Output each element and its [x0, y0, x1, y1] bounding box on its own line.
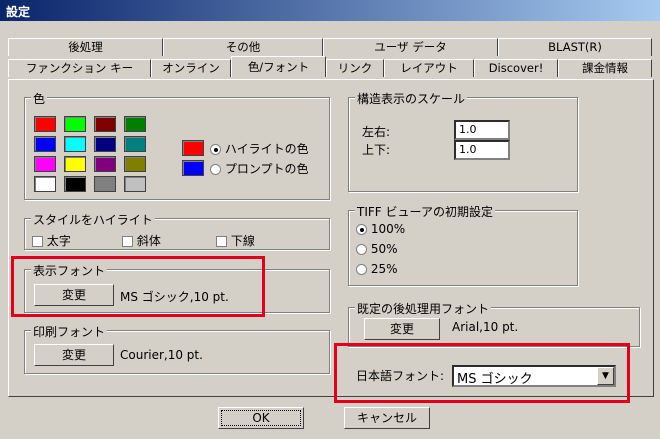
tab-color-font[interactable]: 色/フォント	[231, 56, 326, 77]
ud-label: 上下:	[362, 143, 391, 157]
tab-post-processing[interactable]: 後処理	[8, 38, 163, 56]
underline-checkbox[interactable]	[216, 236, 227, 247]
tiff-group-title: TIFF ビューアの初期設定	[355, 203, 496, 220]
tiff-option-50[interactable]: 50%	[356, 242, 398, 256]
highlight-box-display-font	[11, 256, 265, 317]
tab-link[interactable]: リンク	[326, 59, 384, 77]
tab-function-keys[interactable]: ファンクション キー	[8, 59, 151, 77]
tab-blast[interactable]: BLAST(R)	[498, 38, 652, 56]
underline-option[interactable]: 下線	[216, 232, 255, 249]
tiff-25-label: 25%	[370, 262, 398, 276]
color-swatch[interactable]	[94, 116, 116, 132]
color-swatch[interactable]	[64, 176, 86, 192]
tab-other[interactable]: その他	[163, 38, 323, 56]
cancel-button[interactable]: キャンセル	[344, 407, 430, 429]
italic-checkbox[interactable]	[122, 236, 133, 247]
tiff-100-radio[interactable]	[356, 224, 367, 235]
prompt-label: プロンプトの色	[224, 162, 309, 176]
highlight-label: ハイライトの色	[224, 142, 309, 156]
highlight-color-swatch[interactable]	[182, 140, 204, 156]
italic-option[interactable]: 斜体	[122, 232, 161, 249]
color-swatch[interactable]	[34, 116, 56, 132]
tiff-50-radio[interactable]	[356, 244, 367, 255]
tab-discover[interactable]: Discover!	[474, 59, 558, 77]
post-font-change-button[interactable]: 変更	[364, 318, 440, 340]
color-group-title: 色	[31, 90, 48, 107]
color-swatch[interactable]	[34, 136, 56, 152]
lr-label: 左右:	[362, 125, 391, 139]
prompt-option[interactable]: プロンプトの色	[210, 160, 308, 177]
tab-user-data[interactable]: ユーザ データ	[323, 38, 498, 56]
lr-scale-input[interactable]: 1.0	[454, 120, 510, 140]
ud-scale-input[interactable]: 1.0	[454, 140, 510, 160]
tiff-100-label: 100%	[370, 222, 406, 236]
color-swatch[interactable]	[34, 156, 56, 172]
tiff-option-100[interactable]: 100%	[356, 222, 405, 236]
color-swatch[interactable]	[34, 176, 56, 192]
color-swatch[interactable]	[94, 156, 116, 172]
bold-checkbox[interactable]	[32, 236, 43, 247]
print-font-change-button[interactable]: 変更	[34, 344, 114, 366]
window-title: 設定	[6, 5, 31, 19]
bold-label: 太字	[46, 234, 71, 248]
bold-option[interactable]: 太字	[32, 232, 71, 249]
print-font-title: 印刷フォント	[31, 323, 108, 340]
color-swatch[interactable]	[124, 156, 146, 172]
color-swatch[interactable]	[124, 176, 146, 192]
print-font-value: Courier,10 pt.	[120, 348, 203, 362]
style-group-title: スタイルをハイライト	[31, 211, 155, 228]
tab-layout[interactable]: レイアウト	[384, 59, 474, 77]
tab-billing[interactable]: 課金情報	[558, 59, 652, 77]
color-swatch[interactable]	[124, 136, 146, 152]
tab-row-1: 後処理 その他 ユーザ データ BLAST(R)	[8, 38, 652, 56]
color-swatch[interactable]	[94, 136, 116, 152]
tiff-option-25[interactable]: 25%	[356, 262, 398, 276]
ok-button[interactable]: OK	[218, 407, 304, 429]
tab-row-2: ファンクション キー オンライン 色/フォント リンク レイアウト Discov…	[8, 56, 652, 77]
prompt-radio[interactable]	[210, 164, 221, 175]
post-font-title: 既定の後処理用フォント	[355, 300, 492, 317]
color-swatch[interactable]	[124, 116, 146, 132]
title-bar: 設定	[0, 0, 660, 21]
color-swatch[interactable]	[94, 176, 116, 192]
post-font-value: Arial,10 pt.	[452, 320, 519, 334]
scale-group-title: 構造表示のスケール	[355, 90, 468, 107]
tab-online[interactable]: オンライン	[151, 59, 231, 77]
underline-label: 下線	[230, 234, 255, 248]
highlight-box-japanese-font	[334, 343, 630, 403]
italic-label: 斜体	[136, 234, 161, 248]
color-swatch[interactable]	[64, 136, 86, 152]
highlight-radio[interactable]	[210, 144, 221, 155]
tiff-50-label: 50%	[370, 242, 398, 256]
color-swatch[interactable]	[64, 156, 86, 172]
highlight-option[interactable]: ハイライトの色	[210, 140, 309, 157]
color-swatch[interactable]	[64, 116, 86, 132]
tiff-25-radio[interactable]	[356, 264, 367, 275]
prompt-color-swatch[interactable]	[182, 160, 204, 176]
